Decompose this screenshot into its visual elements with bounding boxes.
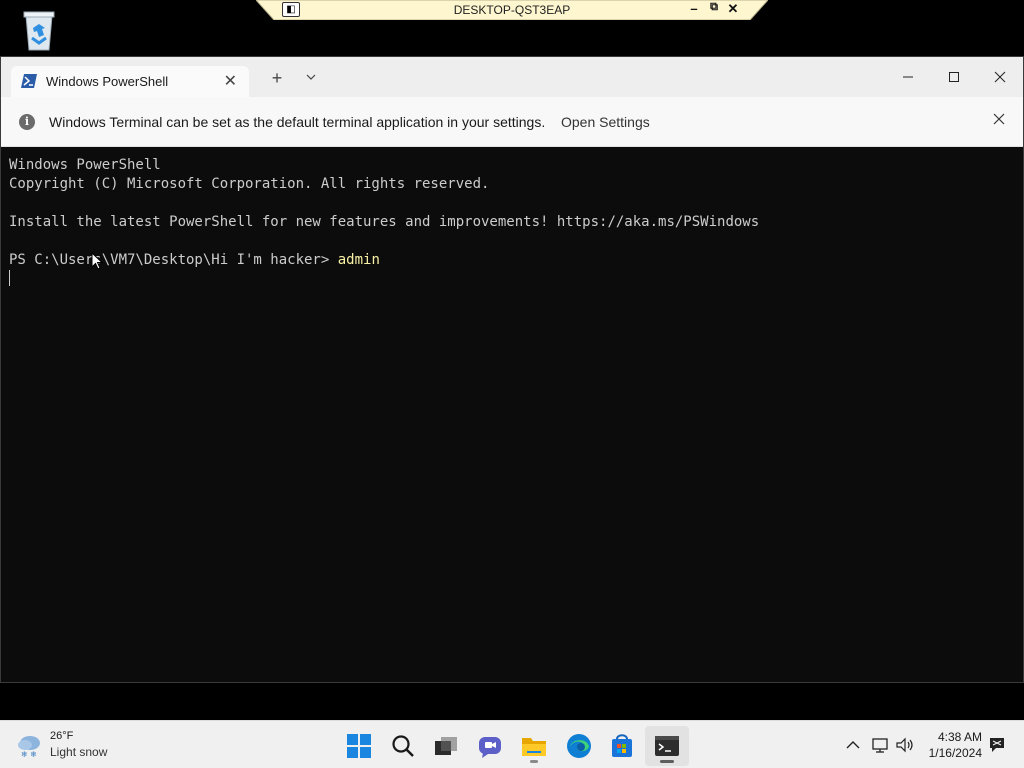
task-view-icon[interactable] [433, 733, 459, 759]
text-cursor [9, 270, 10, 286]
close-infobar-icon[interactable] [991, 111, 1007, 127]
chat-icon[interactable] [477, 733, 503, 759]
clock[interactable]: 4:38 AM 1/16/2024 [918, 729, 982, 761]
new-tab-button[interactable]: + [267, 68, 287, 89]
open-settings-link[interactable]: Open Settings [561, 114, 650, 130]
svg-text:❄ ❄: ❄ ❄ [21, 750, 37, 759]
running-indicator [530, 760, 538, 763]
weather-temperature: 26°F [50, 730, 74, 742]
console-line: Windows PowerShell [9, 157, 161, 173]
clock-time: 4:38 AM [937, 730, 982, 744]
close-tab-button[interactable]: ✕ [224, 71, 237, 91]
store-icon[interactable] [609, 733, 635, 759]
terminal-window: Windows PowerShell ✕ + i Windows Termina… [0, 56, 1024, 683]
notification-icon[interactable] [987, 735, 1007, 755]
file-explorer-icon[interactable] [521, 733, 547, 759]
info-icon: i [19, 114, 35, 130]
console-line: Install the latest PowerShell for new fe… [9, 214, 760, 230]
clock-date: 1/16/2024 [928, 746, 982, 760]
chevron-down-icon[interactable] [304, 70, 318, 84]
remote-restore-button[interactable]: ⧉ [706, 1, 722, 14]
active-indicator [660, 760, 674, 763]
tab-label: Windows PowerShell [46, 74, 169, 89]
terminal-icon[interactable] [654, 733, 680, 759]
network-icon[interactable] [870, 735, 890, 755]
console-output[interactable]: Windows PowerShell Copyright (C) Microso… [9, 156, 759, 289]
search-icon[interactable] [390, 733, 416, 759]
remote-connection-bar: ◧ DESKTOP-QST3EAP – ⧉ ✕ [256, 0, 768, 20]
tab-windows-powershell[interactable]: Windows PowerShell ✕ [11, 66, 249, 97]
volume-icon[interactable] [895, 735, 915, 755]
desktop: ◧ DESKTOP-QST3EAP – ⧉ ✕ Windows PowerShe… [0, 0, 1024, 768]
mouse-pointer-icon [91, 252, 103, 270]
start-icon[interactable] [346, 733, 372, 759]
chevron-up-icon[interactable] [843, 735, 863, 755]
weather-condition: Light snow [50, 745, 108, 759]
remote-minimize-button[interactable]: – [686, 1, 702, 16]
snow-cloud-icon: ❄ ❄ [18, 736, 40, 759]
remote-close-button[interactable]: ✕ [725, 1, 741, 17]
console-command: admin [337, 252, 380, 268]
tab-bar: Windows PowerShell ✕ + [1, 57, 1023, 97]
powershell-icon [21, 74, 37, 88]
infobar-message: Windows Terminal can be set as the defau… [49, 114, 546, 130]
taskbar: ❄ ❄ 26°F Light snow 4:38 AM 1/16/2024 [0, 720, 1024, 768]
recycle-bin-icon[interactable] [20, 8, 58, 52]
console-line: Copyright (C) Microsoft Corporation. All… [9, 176, 490, 192]
maximize-button[interactable] [931, 57, 977, 97]
default-terminal-infobar: i Windows Terminal can be set as the def… [1, 97, 1023, 147]
minimize-button[interactable] [885, 57, 931, 97]
edge-icon[interactable] [566, 733, 592, 759]
close-button[interactable] [977, 57, 1023, 97]
console-prompt: PS C:\Users\VM7\Desktop\Hi I'm hacker> [9, 252, 338, 268]
